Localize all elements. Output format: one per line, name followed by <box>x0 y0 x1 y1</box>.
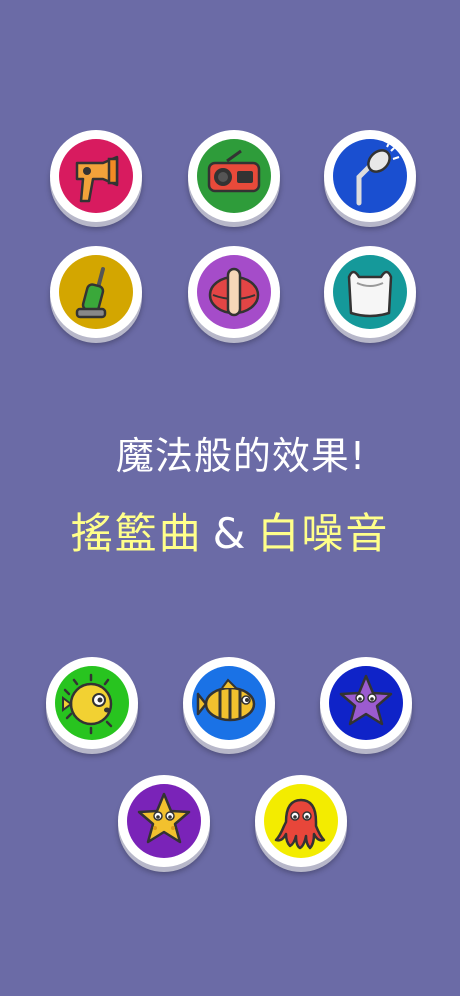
pufferfish-lullaby-button[interactable] <box>46 657 138 749</box>
headline: 魔法般的效果! <box>115 434 367 478</box>
radio-icon <box>197 139 271 213</box>
subtitle-ampersand: & <box>212 509 248 558</box>
shush-sound-button[interactable] <box>188 246 280 338</box>
vacuum-cleaner-sound-button[interactable] <box>50 246 142 338</box>
radio-sound-button[interactable] <box>188 130 280 222</box>
shower-sound-button[interactable] <box>324 130 416 222</box>
shush-mouth-icon <box>197 255 271 329</box>
subtitle-lullaby: 搖籃曲 <box>70 509 203 558</box>
tropical-fish-lullaby-button[interactable] <box>183 657 275 749</box>
vacuum-cleaner-icon <box>59 255 133 329</box>
starfish-icon <box>329 666 403 740</box>
purple-starfish-lullaby-button[interactable] <box>320 657 412 749</box>
plastic-bag-icon <box>333 255 407 329</box>
shower-icon <box>333 139 407 213</box>
octopus-icon <box>264 784 338 858</box>
starfish-icon <box>127 784 201 858</box>
tropical-fish-icon <box>192 666 266 740</box>
hair-dryer-icon <box>59 139 133 213</box>
subtitle-white-noise: 白噪音 <box>257 509 390 558</box>
plastic-bag-sound-button[interactable] <box>324 246 416 338</box>
yellow-starfish-lullaby-button[interactable] <box>118 775 210 867</box>
octopus-lullaby-button[interactable] <box>255 775 347 867</box>
subtitle: 搖籃曲 & 白噪音 <box>0 500 460 561</box>
pufferfish-icon <box>55 666 129 740</box>
hair-dryer-sound-button[interactable] <box>50 130 142 222</box>
